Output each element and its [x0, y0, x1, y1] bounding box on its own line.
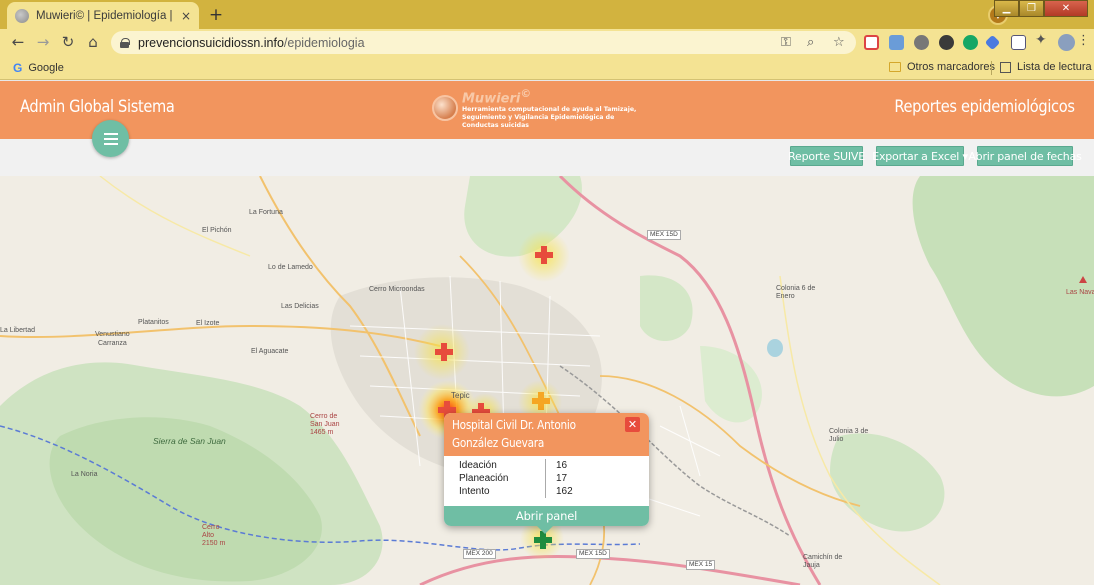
bookmark-label: Otros marcadores	[907, 61, 996, 73]
open-panel-button[interactable]: Abrir panel	[444, 506, 649, 526]
tab-close-icon[interactable]: ×	[181, 9, 191, 23]
place-label: La Libertad	[0, 327, 36, 334]
gmail-icon[interactable]	[864, 35, 879, 50]
bookmark-other[interactable]: Otros marcadores	[889, 61, 995, 73]
forward-icon[interactable]: →	[33, 32, 53, 52]
extension-icon[interactable]	[1011, 35, 1026, 50]
hospital-marker[interactable]	[532, 392, 550, 410]
puzzle-icon[interactable]: ✦	[1035, 32, 1050, 48]
window-close-icon[interactable]: ✕	[1044, 0, 1088, 17]
place-label: Las Delicias	[281, 303, 319, 310]
table-row: Planeación 17	[444, 472, 649, 485]
back-icon[interactable]: ←	[8, 32, 28, 52]
highway-shield: MEX 15	[686, 560, 716, 570]
avatar[interactable]	[1058, 34, 1075, 51]
browser-tab[interactable]: Muwieri© | Epidemiología | Sen ×	[7, 2, 199, 29]
place-label: Lo de Lamedo	[268, 264, 313, 271]
place-label: Cerro Microondas	[369, 286, 425, 293]
app-header: Admin Global Sistema Muwieri© Herramient…	[0, 81, 1094, 139]
menu-kebab-icon[interactable]: ⋮	[1077, 33, 1092, 48]
place-label: Platanitos	[138, 319, 169, 326]
stat-label: Planeación	[444, 472, 546, 485]
folder-icon	[889, 62, 901, 72]
extension-icon[interactable]	[984, 34, 1001, 51]
export-excel-button[interactable]: Exportar a Excel ▾	[872, 146, 968, 166]
place-label: Cerro de San Juan 1465 m	[310, 413, 340, 436]
close-icon[interactable]: ✕	[625, 417, 640, 432]
popup-header: Hospital Civil Dr. Antonio González Guev…	[444, 413, 649, 456]
place-label: Colonia 6 de Enero	[776, 285, 816, 300]
camera-icon[interactable]	[889, 35, 904, 50]
extension-icon[interactable]	[914, 35, 929, 50]
hospital-marker[interactable]	[435, 343, 453, 361]
stat-value: 16	[556, 460, 568, 471]
hamburger-menu-button[interactable]	[92, 120, 129, 157]
place-label: Tepic	[451, 391, 470, 400]
hospital-marker[interactable]	[535, 246, 553, 264]
table-row: Ideación 16	[444, 459, 649, 472]
stat-label: Ideación	[444, 459, 546, 472]
highway-shield: MEX 200	[463, 549, 496, 559]
suive-report-button[interactable]: Reporte SUIVE	[788, 146, 865, 166]
hospital-popup: Hospital Civil Dr. Antonio González Guev…	[444, 413, 649, 526]
logo-icon	[432, 95, 458, 121]
tab-title: Muwieri© | Epidemiología | Sen	[36, 9, 174, 22]
logo-name: Muwieri	[462, 91, 521, 107]
table-row: Intento 162	[444, 485, 649, 498]
zoom-icon[interactable]: ⌕	[807, 35, 814, 50]
browser-toolbar: ← → ↻ ⌂ prevencionsuicidiossn.info/epide…	[0, 29, 1094, 56]
place-label: Camichín de Jauja	[803, 554, 843, 569]
place-label: El Pichón	[202, 227, 232, 234]
action-bar: Reporte SUIVE Exportar a Excel ▾ Abrir p…	[0, 139, 1094, 176]
restore-icon[interactable]: ❐	[1019, 0, 1044, 17]
place-label: La Fortuna	[249, 209, 283, 216]
bookmark-google[interactable]: G Google	[13, 61, 64, 75]
place-label: La Noria	[71, 471, 98, 478]
place-label: El Aguacate	[251, 348, 289, 355]
date-panel-button[interactable]: Abrir panel de fechas	[968, 146, 1082, 166]
place-label: Las Navajas	[1066, 289, 1094, 296]
popup-pointer	[537, 526, 553, 534]
stat-value: 162	[556, 486, 573, 497]
address-bar[interactable]: prevencionsuicidiossn.info/epidemiologia…	[111, 31, 856, 54]
home-icon[interactable]: ⌂	[83, 32, 103, 52]
logo-subtitle: Herramienta computacional de ayuda al Ta…	[462, 106, 637, 130]
stat-value: 17	[556, 473, 568, 484]
place-label: Sierra de San Juan	[153, 436, 226, 446]
logo-copyright: ©	[520, 87, 532, 100]
url-text: prevencionsuicidiossn.info/epidemiologia	[138, 35, 365, 50]
place-label: Cerro Alto 2150 m	[202, 524, 226, 547]
place-label: Carranza	[98, 340, 127, 347]
reload-icon[interactable]: ↻	[58, 32, 78, 52]
app-logo: Muwieri© Herramienta computacional de ay…	[432, 87, 652, 130]
admin-title: Admin Global Sistema	[20, 97, 175, 117]
bookmark-reading-list[interactable]: Lista de lectura	[1000, 61, 1092, 73]
google-icon: G	[13, 61, 23, 75]
bookmarks-bar: G Google Otros marcadores Lista de lectu…	[0, 56, 1094, 80]
popup-title: Hospital Civil Dr. Antonio González Guev…	[452, 417, 576, 450]
key-icon[interactable]: ⚿	[781, 35, 791, 50]
window-controls: ▁ ❐ ✕	[994, 0, 1088, 17]
minimize-icon[interactable]: ▁	[994, 0, 1019, 17]
lock-icon	[120, 37, 130, 48]
highway-shield: MEX 15D	[576, 549, 610, 559]
place-label: Venustiano	[95, 331, 130, 338]
divider	[991, 61, 992, 75]
star-icon[interactable]: ☆	[833, 35, 845, 50]
favicon-icon	[15, 8, 29, 23]
browser-tabstrip: Muwieri© | Epidemiología | Sen × + ▼ ▁ ❐…	[0, 0, 1094, 29]
page-title: Reportes epidemiológicos	[894, 97, 1076, 117]
extension-icon[interactable]	[939, 35, 954, 50]
highway-shield: MEX 15D	[647, 230, 681, 240]
place-label: Colonia 3 de Julio	[829, 428, 869, 443]
new-tab-button[interactable]: +	[205, 4, 227, 26]
place-label: El Izote	[196, 320, 220, 327]
stat-label: Intento	[444, 485, 546, 498]
grammarly-icon[interactable]	[963, 35, 978, 50]
popup-stats: Ideación 16 Planeación 17 Intento 162	[444, 459, 649, 498]
bookmark-label: Lista de lectura	[1017, 61, 1092, 73]
bookmark-label: Google	[28, 62, 64, 74]
reading-list-icon	[1000, 61, 1011, 73]
